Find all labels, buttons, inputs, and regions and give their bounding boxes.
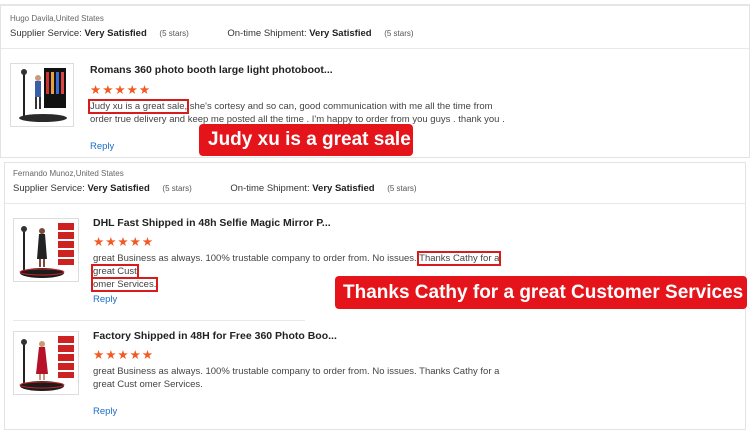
highlighted-phrase: omer Services. (90, 277, 159, 292)
reply-link[interactable]: Reply (90, 141, 114, 152)
shipment-stars: (5 stars) (384, 29, 414, 38)
supplier-service-stars: (5 stars) (159, 29, 189, 38)
review-text-body: great Business as always. 100% trustable… (93, 253, 417, 264)
product-title[interactable]: DHL Fast Shipped in 48h Selfie Magic Mir… (93, 217, 331, 229)
shipment-label: On-time Shipment: (227, 28, 307, 39)
rating-stars-icon: ★★★★★ (93, 235, 155, 249)
rating-summary: Supplier Service: Very Satisfied (5 star… (10, 28, 414, 39)
reply-link[interactable]: Reply (93, 406, 117, 417)
review-author: Hugo Davila,United States (10, 14, 104, 23)
shipment-value: Very Satisfied (309, 28, 372, 39)
photo-booth-image (11, 64, 73, 126)
divider (5, 203, 745, 204)
mirror-booth-image (14, 219, 78, 281)
photo-booth-image (14, 332, 78, 394)
supplier-service-value: Very Satisfied (84, 28, 147, 39)
supplier-service-label: Supplier Service: (10, 28, 82, 39)
rating-stars-icon: ★★★★★ (93, 348, 155, 362)
review-author: Fernando Munoz,United States (13, 169, 124, 178)
shipment-label: On-time Shipment: (230, 183, 310, 194)
rating-stars-icon: ★★★★★ (90, 83, 152, 97)
divider (1, 48, 749, 49)
product-title[interactable]: Romans 360 photo booth large light photo… (90, 64, 333, 76)
shipment-value: Very Satisfied (312, 183, 375, 194)
callout-banner: Thanks Cathy for a great Customer Servic… (335, 276, 747, 309)
supplier-service-label: Supplier Service: (13, 183, 85, 194)
supplier-service-stars: (5 stars) (162, 184, 192, 193)
reply-link[interactable]: Reply (93, 294, 117, 305)
rating-summary: Supplier Service: Very Satisfied (5 star… (13, 183, 417, 194)
divider (13, 320, 305, 321)
supplier-service-value: Very Satisfied (87, 183, 150, 194)
review-text: great Business as always. 100% trustable… (93, 366, 500, 390)
product-thumbnail[interactable] (10, 63, 74, 127)
callout-banner: Judy xu is a great sale (199, 124, 413, 156)
review-text: Judy xu is a great sale, she's cortesy a… (87, 99, 510, 126)
shipment-stars: (5 stars) (387, 184, 417, 193)
highlighted-phrase: Judy xu is a great sale, (87, 99, 190, 114)
product-title[interactable]: Factory Shipped in 48H for Free 360 Phot… (93, 330, 337, 342)
product-thumbnail[interactable] (13, 218, 79, 282)
product-thumbnail[interactable] (13, 331, 79, 395)
